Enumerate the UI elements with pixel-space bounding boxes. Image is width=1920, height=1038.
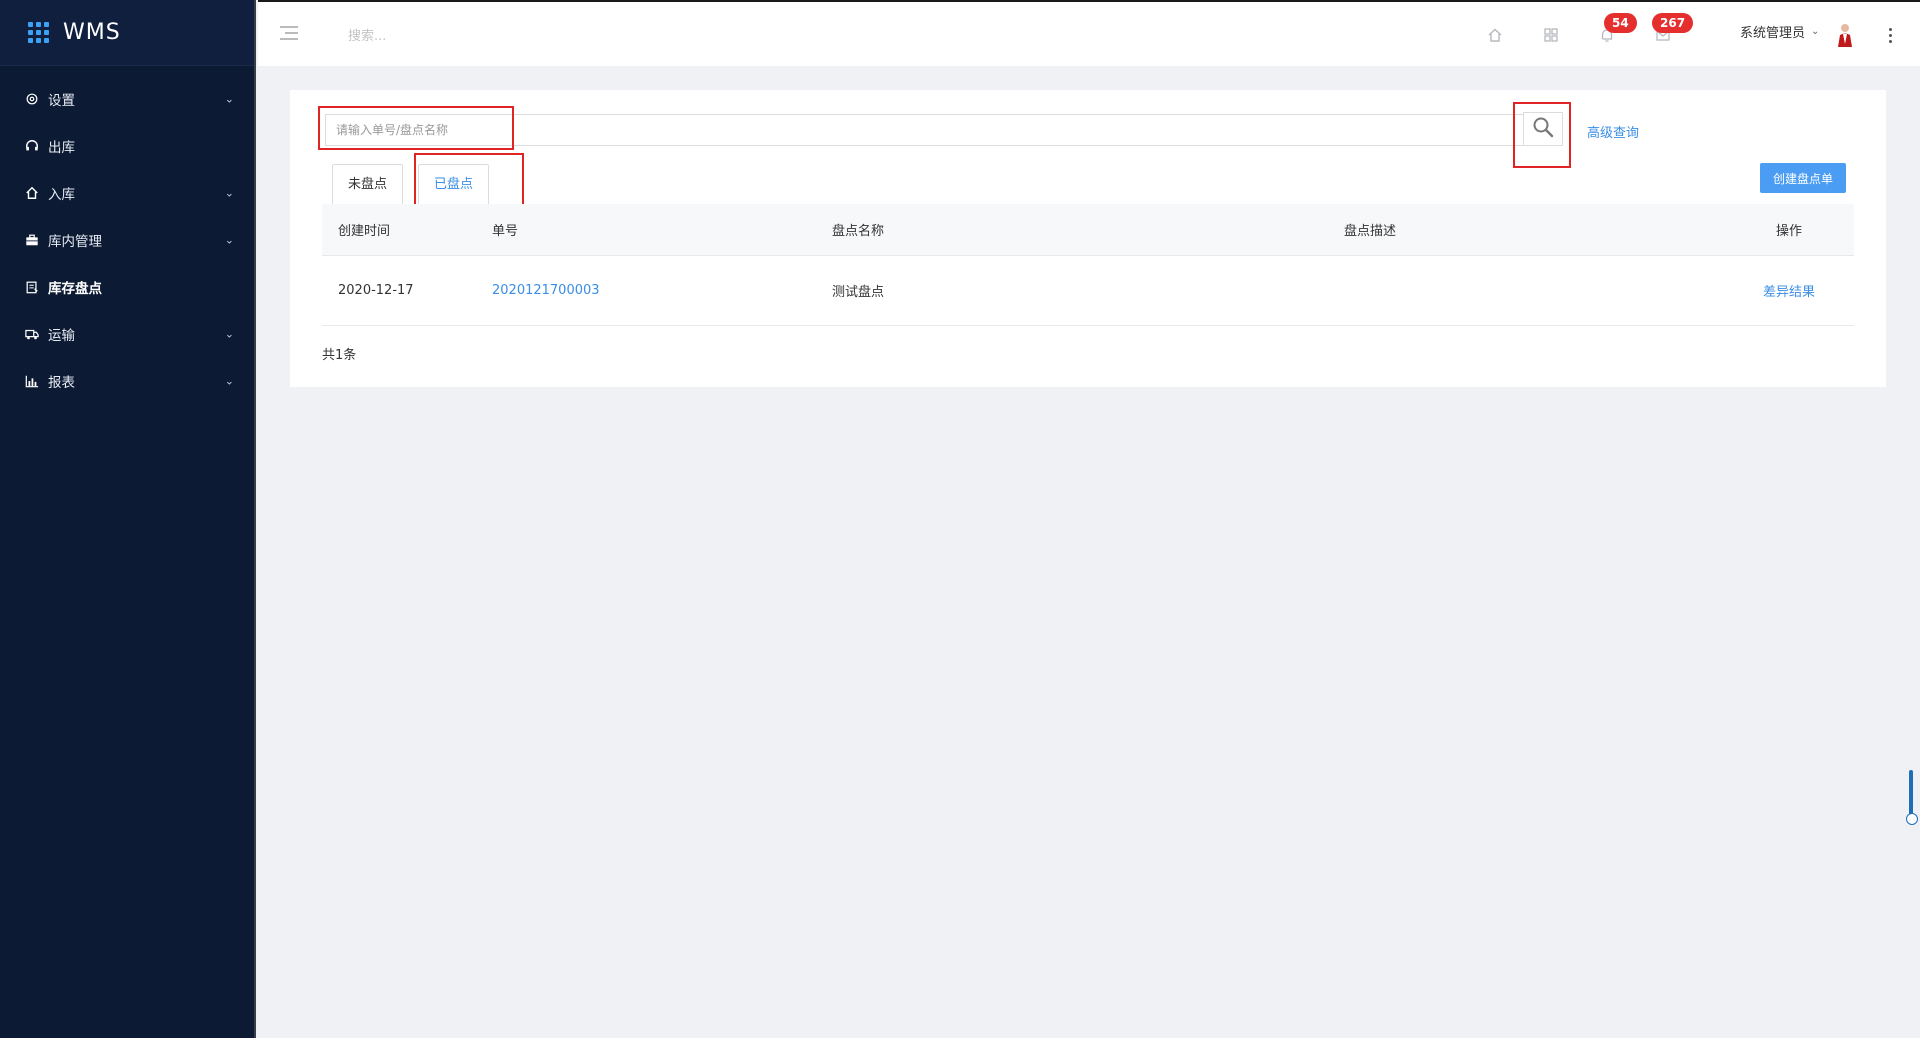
- order-search-input[interactable]: [325, 114, 1535, 146]
- brand[interactable]: WMS: [0, 0, 254, 66]
- sidebar-nav: 设置 ⌄ 出库 入库 ⌄ 库内管理 ⌄ 库存盘点 运输 ⌄ 报表 ⌄: [0, 66, 254, 404]
- column-header: 操作: [1775, 224, 1802, 239]
- column-header: 盘点名称: [832, 224, 885, 239]
- sidebar-item-inventory-count[interactable]: 库存盘点: [0, 264, 254, 310]
- advanced-query-link[interactable]: 高级查询: [1587, 122, 1639, 141]
- chevron-down-icon: ⌄: [224, 233, 234, 247]
- create-count-order-button[interactable]: 创建盘点单: [1760, 163, 1846, 193]
- count-table: 创建时间 单号 盘点名称 盘点描述 操作 2020-12-17 20201217…: [322, 204, 1854, 326]
- column-header: 单号: [492, 224, 519, 239]
- notifications-badge: 54: [1604, 13, 1637, 33]
- message-icon[interactable]: 267: [1652, 13, 1694, 44]
- apps-grid-icon: [28, 22, 49, 43]
- sidebar-item-inbound[interactable]: 入库 ⌄: [0, 170, 254, 216]
- chevron-down-icon: ⌄: [224, 92, 234, 106]
- sidebar-item-label: 设置: [48, 93, 75, 109]
- home-icon: [24, 185, 40, 201]
- tab-not-counted[interactable]: 未盘点: [332, 164, 404, 204]
- sidebar-item-warehouse-management[interactable]: 库内管理 ⌄: [0, 217, 254, 263]
- sidebar: WMS 设置 ⌄ 出库 入库 ⌄ 库内管理 ⌄ 库存盘点 运输 ⌄ 报表 ⌄: [0, 0, 256, 1038]
- global-search-input[interactable]: [348, 24, 608, 48]
- cell-name: 测试盘点: [832, 285, 885, 300]
- search-icon: [1532, 116, 1554, 142]
- user-name: 系统管理员: [1740, 26, 1806, 41]
- chevron-down-icon: ⌄: [224, 374, 234, 388]
- sidebar-item-settings[interactable]: 设置 ⌄: [0, 76, 254, 122]
- messages-badge: 267: [1652, 13, 1694, 33]
- home-icon[interactable]: [1486, 26, 1504, 44]
- total-count: 共1条: [322, 348, 357, 363]
- sidebar-item-reports[interactable]: 报表 ⌄: [0, 358, 254, 404]
- sidebar-item-label: 出库: [48, 140, 75, 156]
- order-number-link[interactable]: 2020121700003: [492, 283, 600, 298]
- bell-icon[interactable]: 54: [1598, 13, 1637, 44]
- sidebar-item-label: 报表: [48, 375, 75, 391]
- table-row: 2020-12-17 2020121700003 测试盘点 差异结果: [322, 256, 1854, 326]
- cell-created: 2020-12-17: [338, 283, 414, 298]
- headset-icon: [24, 138, 40, 154]
- chevron-down-icon: ⌄: [1811, 26, 1820, 37]
- sidebar-item-label: 运输: [48, 328, 75, 344]
- table-header: 创建时间 单号 盘点名称 盘点描述 操作: [322, 204, 1854, 256]
- clipboard-icon: [24, 279, 40, 295]
- column-header: 创建时间: [338, 224, 391, 239]
- sidebar-item-label: 入库: [48, 187, 75, 203]
- gear-icon: [24, 91, 40, 107]
- more-vertical-icon[interactable]: [1882, 24, 1898, 46]
- topbar: 54 267 系统管理员 ⌄: [258, 0, 1920, 66]
- briefcase-icon: [24, 232, 40, 248]
- sidebar-item-outbound[interactable]: 出库: [0, 123, 254, 169]
- diff-result-link[interactable]: 差异结果: [1763, 285, 1815, 300]
- sidebar-item-transport[interactable]: 运输 ⌄: [0, 311, 254, 357]
- user-menu[interactable]: 系统管理员 ⌄: [1740, 22, 1819, 41]
- column-header: 盘点描述: [1344, 224, 1397, 239]
- bar-chart-icon: [24, 373, 40, 389]
- truck-icon: [24, 326, 40, 342]
- sidebar-item-label: 库内管理: [48, 234, 102, 250]
- sidebar-item-label: 库存盘点: [48, 281, 102, 297]
- chevron-down-icon: ⌄: [224, 327, 234, 341]
- scroll-indicator[interactable]: [1906, 770, 1918, 825]
- app-name: WMS: [63, 20, 121, 45]
- tab-counted[interactable]: 已盘点: [418, 164, 490, 204]
- menu-toggle-icon[interactable]: [280, 26, 298, 40]
- search-button[interactable]: [1523, 112, 1563, 146]
- content-card: 高级查询 未盘点 已盘点 创建盘点单 创建时间 单号 盘点名称 盘点描述 操作 …: [290, 90, 1886, 387]
- chevron-down-icon: ⌄: [224, 186, 234, 200]
- grid-icon[interactable]: [1542, 26, 1560, 44]
- avatar[interactable]: [1836, 22, 1854, 48]
